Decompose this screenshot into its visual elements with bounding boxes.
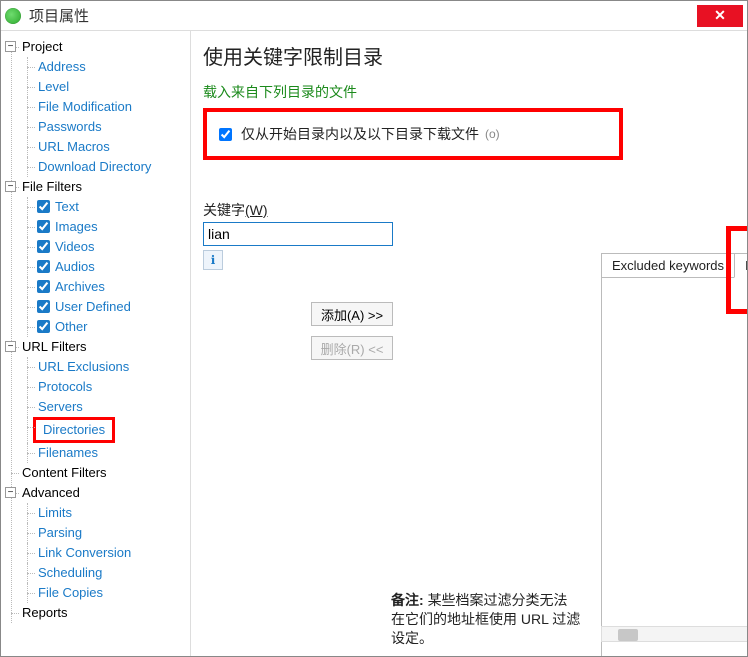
keyword-label-key: (W)	[245, 202, 268, 218]
cb-user-defined[interactable]	[37, 300, 50, 313]
category-tree[interactable]: − Project Address Level File Modificatio…	[1, 31, 191, 656]
tree-url-macros[interactable]: URL Macros	[37, 139, 111, 154]
highlight-only-start-dir: 仅从开始目录内以及以下目录下载文件 (o)	[203, 108, 623, 160]
app-icon	[5, 8, 21, 24]
tree-file-copies[interactable]: File Copies	[37, 585, 104, 600]
footnote-label: 备注:	[391, 592, 424, 608]
expander-project[interactable]: −	[5, 41, 16, 52]
tree-file-filters[interactable]: File Filters	[21, 179, 83, 194]
tree-videos[interactable]: Videos	[54, 239, 96, 254]
tab-included-keywords[interactable]: Included keywords	[734, 253, 747, 278]
tree-content-filters[interactable]: Content Filters	[21, 465, 108, 480]
page-title: 使用关键字限制目录	[203, 41, 735, 70]
tree-file-modification[interactable]: File Modification	[37, 99, 133, 114]
keyword-label: 关键字	[203, 202, 245, 218]
cb-other[interactable]	[37, 320, 50, 333]
expander-advanced[interactable]: −	[5, 487, 16, 498]
titlebar: 项目属性 ✕	[1, 1, 747, 31]
tree-archives[interactable]: Archives	[54, 279, 106, 294]
tree-project[interactable]: Project	[21, 39, 63, 54]
tree-servers[interactable]: Servers	[37, 399, 84, 414]
tree-audios[interactable]: Audios	[54, 259, 96, 274]
close-button[interactable]: ✕	[697, 5, 743, 27]
listbox-hscrollbar[interactable]	[601, 626, 747, 642]
tree-address[interactable]: Address	[37, 59, 87, 74]
tree-advanced[interactable]: Advanced	[21, 485, 81, 500]
keyword-input[interactable]	[203, 222, 393, 246]
cb-text[interactable]	[37, 200, 50, 213]
cb-only-start-dir[interactable]	[219, 128, 232, 141]
expander-url-filters[interactable]: −	[5, 341, 16, 352]
expander-file-filters[interactable]: −	[5, 181, 16, 192]
tree-filenames[interactable]: Filenames	[37, 445, 99, 460]
window-title: 项目属性	[29, 5, 697, 26]
keywords-tabs-panel: Excluded keywords Included keywords	[601, 253, 747, 656]
close-icon: ✕	[714, 7, 726, 24]
tree-level[interactable]: Level	[37, 79, 70, 94]
keywords-listbox[interactable]	[601, 277, 747, 656]
tree-limits[interactable]: Limits	[37, 505, 73, 520]
tree-download-directory[interactable]: Download Directory	[37, 159, 152, 174]
tree-url-filters[interactable]: URL Filters	[21, 339, 88, 354]
tree-reports[interactable]: Reports	[21, 605, 69, 620]
keyword-helper-button[interactable]: ℹ	[203, 250, 223, 270]
add-button[interactable]: 添加(A) >>	[311, 302, 393, 326]
section-subtitle: 载入来自下列目录的文件	[203, 82, 735, 102]
scrollbar-thumb[interactable]	[618, 629, 638, 641]
tree-images[interactable]: Images	[54, 219, 99, 234]
project-properties-dialog: 项目属性 ✕ − Project Address Level File Modi…	[0, 0, 748, 657]
tree-text[interactable]: Text	[54, 199, 80, 214]
delete-button[interactable]: 删除(R) <<	[311, 336, 393, 360]
tree-passwords[interactable]: Passwords	[37, 119, 103, 134]
cb-only-start-dir-key: (o)	[485, 127, 500, 141]
tree-other[interactable]: Other	[54, 319, 89, 334]
tree-protocols[interactable]: Protocols	[37, 379, 93, 394]
tab-excluded-keywords[interactable]: Excluded keywords	[601, 253, 735, 278]
cb-archives[interactable]	[37, 280, 50, 293]
tree-scheduling[interactable]: Scheduling	[37, 565, 103, 580]
cb-audios[interactable]	[37, 260, 50, 273]
tree-url-exclusions[interactable]: URL Exclusions	[37, 359, 130, 374]
tree-parsing[interactable]: Parsing	[37, 525, 83, 540]
main-panel: 使用关键字限制目录 载入来自下列目录的文件 仅从开始目录内以及以下目录下载文件 …	[191, 31, 747, 656]
keyword-helper-icon: ℹ	[211, 253, 216, 267]
footnote: 备注: 某些档案过滤分类无法在它们的地址框使用 URL 过滤设定。	[391, 591, 581, 648]
tree-link-conversion[interactable]: Link Conversion	[37, 545, 132, 560]
cb-only-start-dir-label: 仅从开始目录内以及以下目录下载文件	[241, 124, 479, 144]
cb-videos[interactable]	[37, 240, 50, 253]
tree-directories[interactable]: Directories	[42, 422, 106, 437]
cb-images[interactable]	[37, 220, 50, 233]
tree-user-defined[interactable]: User Defined	[54, 299, 132, 314]
